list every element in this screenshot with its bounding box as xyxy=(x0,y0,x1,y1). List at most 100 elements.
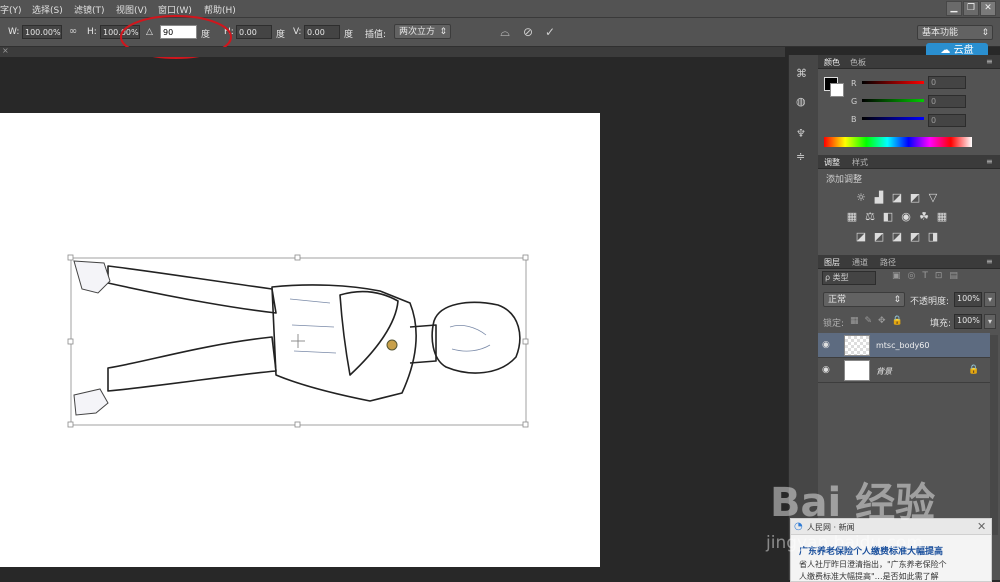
gradient-map-icon[interactable]: ◨ xyxy=(927,231,939,242)
tab-close-icon[interactable]: × xyxy=(2,46,9,55)
brush-icon[interactable]: ♆ xyxy=(796,127,806,140)
layer-row[interactable]: ◉ 背景 🔒 xyxy=(818,358,990,383)
selective-color-icon[interactable]: ◩ xyxy=(909,231,921,242)
tab-paths[interactable]: 路径 xyxy=(880,257,896,268)
layer-row[interactable]: ◉ mtsc_body60 xyxy=(818,333,990,358)
h-skew-unit: 度 xyxy=(276,30,286,40)
hue-saturation-icon[interactable]: ▦ xyxy=(846,211,858,222)
blue-label: B xyxy=(851,115,857,124)
document-canvas[interactable] xyxy=(0,113,600,567)
height-label: H: xyxy=(87,27,97,37)
opacity-field[interactable]: 100% xyxy=(954,292,982,307)
blue-value-field[interactable]: 0 xyxy=(928,114,966,127)
history-icon[interactable]: ⌘ xyxy=(796,67,807,80)
posterize-icon[interactable]: ◩ xyxy=(873,231,885,242)
lock-icon: 🔒 xyxy=(968,365,980,375)
menu-filter[interactable]: 滤镜(T) xyxy=(74,3,105,16)
tab-swatches[interactable]: 色板 xyxy=(850,57,866,68)
lock-icons[interactable]: ▦✎✥🔒 xyxy=(850,316,909,326)
select-arrow-icon: ⇕ xyxy=(439,27,447,37)
photo-filter-icon[interactable]: ◉ xyxy=(900,211,912,222)
document-tab-strip: × xyxy=(0,46,785,57)
red-slider[interactable] xyxy=(862,81,924,84)
close-icon[interactable]: ✕ xyxy=(980,1,996,16)
green-label: G xyxy=(851,97,858,106)
workspace-value: 基本功能 xyxy=(922,28,959,38)
layers-panel-header: 图层 通道 路径 ≡ xyxy=(818,255,1000,269)
chain-link-icon[interactable]: ∞ xyxy=(66,25,80,39)
layer-thumbnail xyxy=(844,335,870,356)
baidu-watermark-logo: Bai 经验 xyxy=(770,480,936,526)
layer-name[interactable]: 背景 xyxy=(876,366,892,377)
tab-color[interactable]: 颜色 xyxy=(824,57,840,68)
red-label: R xyxy=(851,79,857,88)
color-spectrum-bar[interactable] xyxy=(824,137,972,147)
threshold-icon[interactable]: ◪ xyxy=(891,231,903,242)
channel-mixer-icon[interactable]: ☘ xyxy=(918,211,930,222)
baidu-watermark-url: jingyan.baidu.com xyxy=(766,533,923,553)
layers-scrollbar[interactable] xyxy=(990,335,998,535)
green-slider[interactable] xyxy=(862,99,924,102)
tab-layers[interactable]: 图层 xyxy=(824,257,840,268)
width-field[interactable]: 100.00% xyxy=(22,25,62,39)
blend-mode-value: 正常 xyxy=(828,295,847,305)
menu-type[interactable]: 字(Y) xyxy=(0,3,22,16)
invert-icon[interactable]: ◪ xyxy=(855,231,867,242)
v-skew-unit: 度 xyxy=(344,30,354,40)
visibility-eye-icon[interactable]: ◉ xyxy=(822,340,830,350)
levels-icon[interactable]: ▟ xyxy=(873,192,885,203)
sliders-icon[interactable]: ≑ xyxy=(796,150,805,163)
blue-slider[interactable] xyxy=(862,117,924,120)
color-balance-icon[interactable]: ⚖ xyxy=(864,211,876,222)
interpolation-select[interactable]: 两次立方 ⇕ xyxy=(394,24,451,39)
lock-label: 锁定: xyxy=(823,319,845,329)
menu-select[interactable]: 选择(S) xyxy=(32,3,63,16)
layers-panel-menu-icon[interactable]: ≡ xyxy=(986,257,993,266)
vibrance-icon[interactable]: ▽ xyxy=(927,192,939,203)
layer-filter-icons[interactable]: ▣◎T⊡▤ xyxy=(892,271,965,281)
interpolation-value: 两次立方 xyxy=(399,27,436,37)
green-value-field[interactable]: 0 xyxy=(928,95,966,108)
color-panel-header: 颜色 色板 ≡ xyxy=(818,55,1000,69)
cancel-transform-icon[interactable]: ⊘ xyxy=(521,25,535,39)
figure-artwork xyxy=(67,254,529,428)
add-adjustment-hint: 添加调整 xyxy=(826,175,863,185)
adjust-panel-menu-icon[interactable]: ≡ xyxy=(986,157,993,166)
layer-name[interactable]: mtsc_body60 xyxy=(876,341,929,350)
curves-icon[interactable]: ◪ xyxy=(891,192,903,203)
layer-filter-value: ρ 类型 xyxy=(825,273,849,282)
width-label: W: xyxy=(8,27,20,37)
red-value-field[interactable]: 0 xyxy=(928,76,966,89)
workspace-select[interactable]: 基本功能 ⇕ xyxy=(917,25,993,40)
popup-close-icon[interactable]: ✕ xyxy=(977,520,986,533)
tab-channels[interactable]: 通道 xyxy=(852,257,868,268)
layer-thumbnail xyxy=(844,360,870,381)
commit-transform-icon[interactable]: ✓ xyxy=(543,25,557,39)
color-lookup-icon[interactable]: ▦ xyxy=(936,211,948,222)
brightness-icon[interactable]: ☼ xyxy=(855,192,867,203)
fill-dropdown-icon[interactable]: ▾ xyxy=(984,314,996,329)
opacity-dropdown-icon[interactable]: ▾ xyxy=(984,292,996,307)
h-skew-field[interactable]: 0.00 xyxy=(236,25,272,39)
warp-mode-icon[interactable]: ⌓ xyxy=(498,25,512,39)
v-skew-label: V: xyxy=(293,27,302,37)
fill-field[interactable]: 100% xyxy=(954,314,982,329)
exposure-icon[interactable]: ◩ xyxy=(909,192,921,203)
tab-adjustments[interactable]: 调整 xyxy=(824,157,840,168)
properties-icon[interactable]: ◍ xyxy=(796,95,806,108)
fill-label: 填充: xyxy=(930,319,952,329)
v-skew-field[interactable]: 0.00 xyxy=(304,25,340,39)
layer-filter-select[interactable]: ρ 类型 xyxy=(822,271,876,285)
panel-menu-icon[interactable]: ≡ xyxy=(986,57,993,66)
blend-mode-select[interactable]: 正常 ⇕ xyxy=(823,292,905,307)
workspace-arrow-icon: ⇕ xyxy=(981,28,989,38)
blend-arrow-icon: ⇕ xyxy=(893,295,901,305)
background-color-swatch[interactable] xyxy=(830,83,844,97)
options-bar: W: 100.00% ∞ H: 100.00% △ 90 度 H: 0.00 度… xyxy=(0,15,1000,59)
minimize-icon[interactable]: ▁ xyxy=(946,1,962,16)
visibility-eye-icon[interactable]: ◉ xyxy=(822,365,830,375)
popup-line-2: 省人社厅昨日澄清指出，"广东养老保险个 xyxy=(799,560,947,569)
restore-icon[interactable]: ❐ xyxy=(963,1,979,16)
tab-styles[interactable]: 样式 xyxy=(852,157,868,168)
black-white-icon[interactable]: ◧ xyxy=(882,211,894,222)
